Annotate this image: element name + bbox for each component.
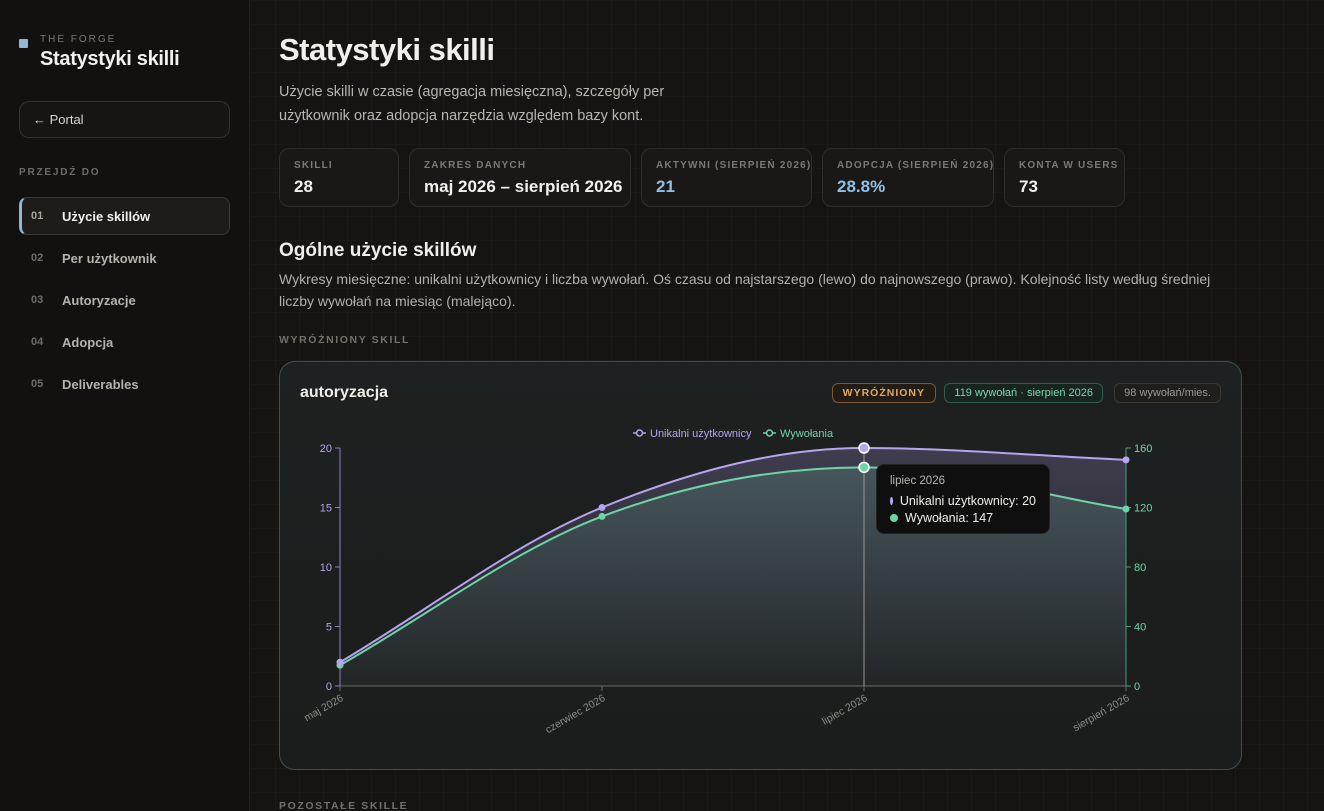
nav-item-number: 04 (31, 336, 44, 348)
nav-item-number: 05 (31, 378, 44, 390)
legend-calls-marker (765, 429, 774, 437)
left-tick-label: 0 (326, 681, 332, 693)
right-tick-label: 0 (1134, 681, 1140, 693)
nav-item-number: 02 (31, 252, 44, 264)
section-description: Wykresy miesięczne: unikalni użytkownicy… (279, 271, 1211, 309)
tooltip-users-text: Unikalni użytkownicy: 20 (899, 494, 1036, 508)
page-description: Użycie skilli w czasie (agregacja miesię… (279, 84, 665, 124)
calls-point[interactable] (598, 512, 606, 520)
left-tick-label: 15 (320, 503, 332, 515)
page-title: Statystyki skilli (279, 32, 495, 67)
stat-card-skilli: SKILLI 28 (279, 148, 399, 207)
calls-dot-icon (890, 514, 898, 522)
x-tick-label: lipiec 2026 (820, 692, 870, 728)
calls-point[interactable] (1122, 505, 1130, 513)
nav-item-label: Deliverables (62, 376, 139, 392)
users-point[interactable] (336, 658, 344, 666)
brand-title: Statystyki skilli (40, 48, 180, 70)
nav-item-per-uzytkownik[interactable]: 02 Per użytkownik (19, 239, 230, 277)
nav-item-label: Użycie skillów (62, 208, 151, 224)
legend-users-marker (635, 429, 644, 437)
stat-card-adopcja: ADOPCJA (SIERPIEŃ 2026) 28.8% (822, 148, 994, 207)
featured-skill-card: autoryzacja WYRÓŻNIONY 119 wywołań · sie… (279, 361, 1242, 770)
users-point[interactable] (858, 442, 870, 454)
nav-item-deliverables[interactable]: 05 Deliverables (19, 365, 230, 403)
legend-calls-label[interactable]: Wywołania (780, 428, 834, 440)
stat-label: ZAKRES DANYCH (424, 160, 527, 171)
users-dot-icon (890, 497, 893, 505)
users-point[interactable] (598, 504, 606, 511)
stat-value: 21 (656, 177, 675, 196)
tooltip-calls-text: Wywołania: 147 (905, 511, 994, 525)
stat-label: SKILLI (294, 160, 333, 171)
left-tick-label: 20 (320, 443, 332, 455)
stat-label: KONTA W USERS (1019, 160, 1119, 171)
stat-label: AKTYWNI (SIERPIEŃ 2026) (656, 160, 812, 171)
tooltip-row-users: Unikalni użytkownicy: 20 (890, 494, 1036, 508)
stat-value: maj 2026 – sierpień 2026 (424, 177, 623, 196)
users-point[interactable] (1122, 456, 1130, 464)
nav-item-autoryzacje[interactable]: 03 Autoryzacje (19, 281, 230, 319)
sidebar: THE FORGE Statystyki skilli ← Portal PRZ… (0, 0, 250, 811)
right-tick-label: 120 (1134, 503, 1152, 515)
brand-square-icon (19, 39, 28, 48)
main-content: Statystyki skilli Użycie skilli w czasie… (251, 0, 1324, 811)
legend-users-label[interactable]: Unikalni użytkownicy (650, 428, 752, 440)
nav-item-number: 01 (31, 210, 44, 222)
stat-value: 28 (294, 177, 313, 196)
nav-item-label: Autoryzacje (62, 292, 136, 308)
nav-item-adopcja[interactable]: 04 Adopcja (19, 323, 230, 361)
tooltip-row-calls: Wywołania: 147 (890, 511, 1036, 525)
stat-card-aktywni: AKTYWNI (SIERPIEŃ 2026) 21 (641, 148, 812, 207)
nav-item-number: 03 (31, 294, 44, 306)
stat-card-konta: KONTA W USERS 73 (1004, 148, 1125, 207)
right-tick-label: 40 (1134, 622, 1146, 634)
left-tick-label: 10 (320, 562, 332, 574)
nav-item-label: Per użytkownik (62, 250, 157, 266)
portal-button[interactable]: ← Portal (19, 101, 230, 138)
tooltip-title: lipiec 2026 (890, 475, 945, 487)
others-kicker: POZOSTAŁE SKILLE (279, 800, 409, 811)
stat-value: 73 (1019, 177, 1038, 196)
section-title: Ogólne użycie skillów (279, 240, 477, 261)
stat-value: 28.8% (837, 177, 886, 196)
left-tick-label: 5 (326, 622, 332, 634)
right-tick-label: 160 (1134, 443, 1152, 455)
stat-card-zakres: ZAKRES DANYCH maj 2026 – sierpień 2026 (409, 148, 631, 207)
stat-label: ADOPCJA (SIERPIEŃ 2026) (837, 160, 995, 171)
right-tick-label: 80 (1134, 562, 1146, 574)
x-tick-label: czerwiec 2026 (543, 692, 607, 736)
chart-tooltip: lipiec 2026 Unikalni użytkownicy: 20 Wyw… (876, 464, 1050, 534)
nav-heading: PRZEJDŹ DO (19, 167, 101, 178)
nav-item-uzycie-skillow[interactable]: 01 Użycie skillów (19, 197, 230, 235)
x-tick-label: sierpień 2026 (1071, 692, 1132, 734)
calls-point[interactable] (858, 461, 870, 474)
nav-item-label: Adopcja (62, 334, 114, 350)
brand-kicker: THE FORGE (40, 34, 117, 45)
usage-chart[interactable]: 0 5 10 15 20 0 40 80 120 160 maj 2026 czerwiec 2026… (280, 362, 1242, 770)
featured-kicker: WYRÓŻNIONY SKILL (279, 334, 410, 346)
nav-list: 01 Użycie skillów 02 Per użytkownik 03 A… (19, 197, 230, 407)
x-tick-label: maj 2026 (302, 692, 346, 724)
